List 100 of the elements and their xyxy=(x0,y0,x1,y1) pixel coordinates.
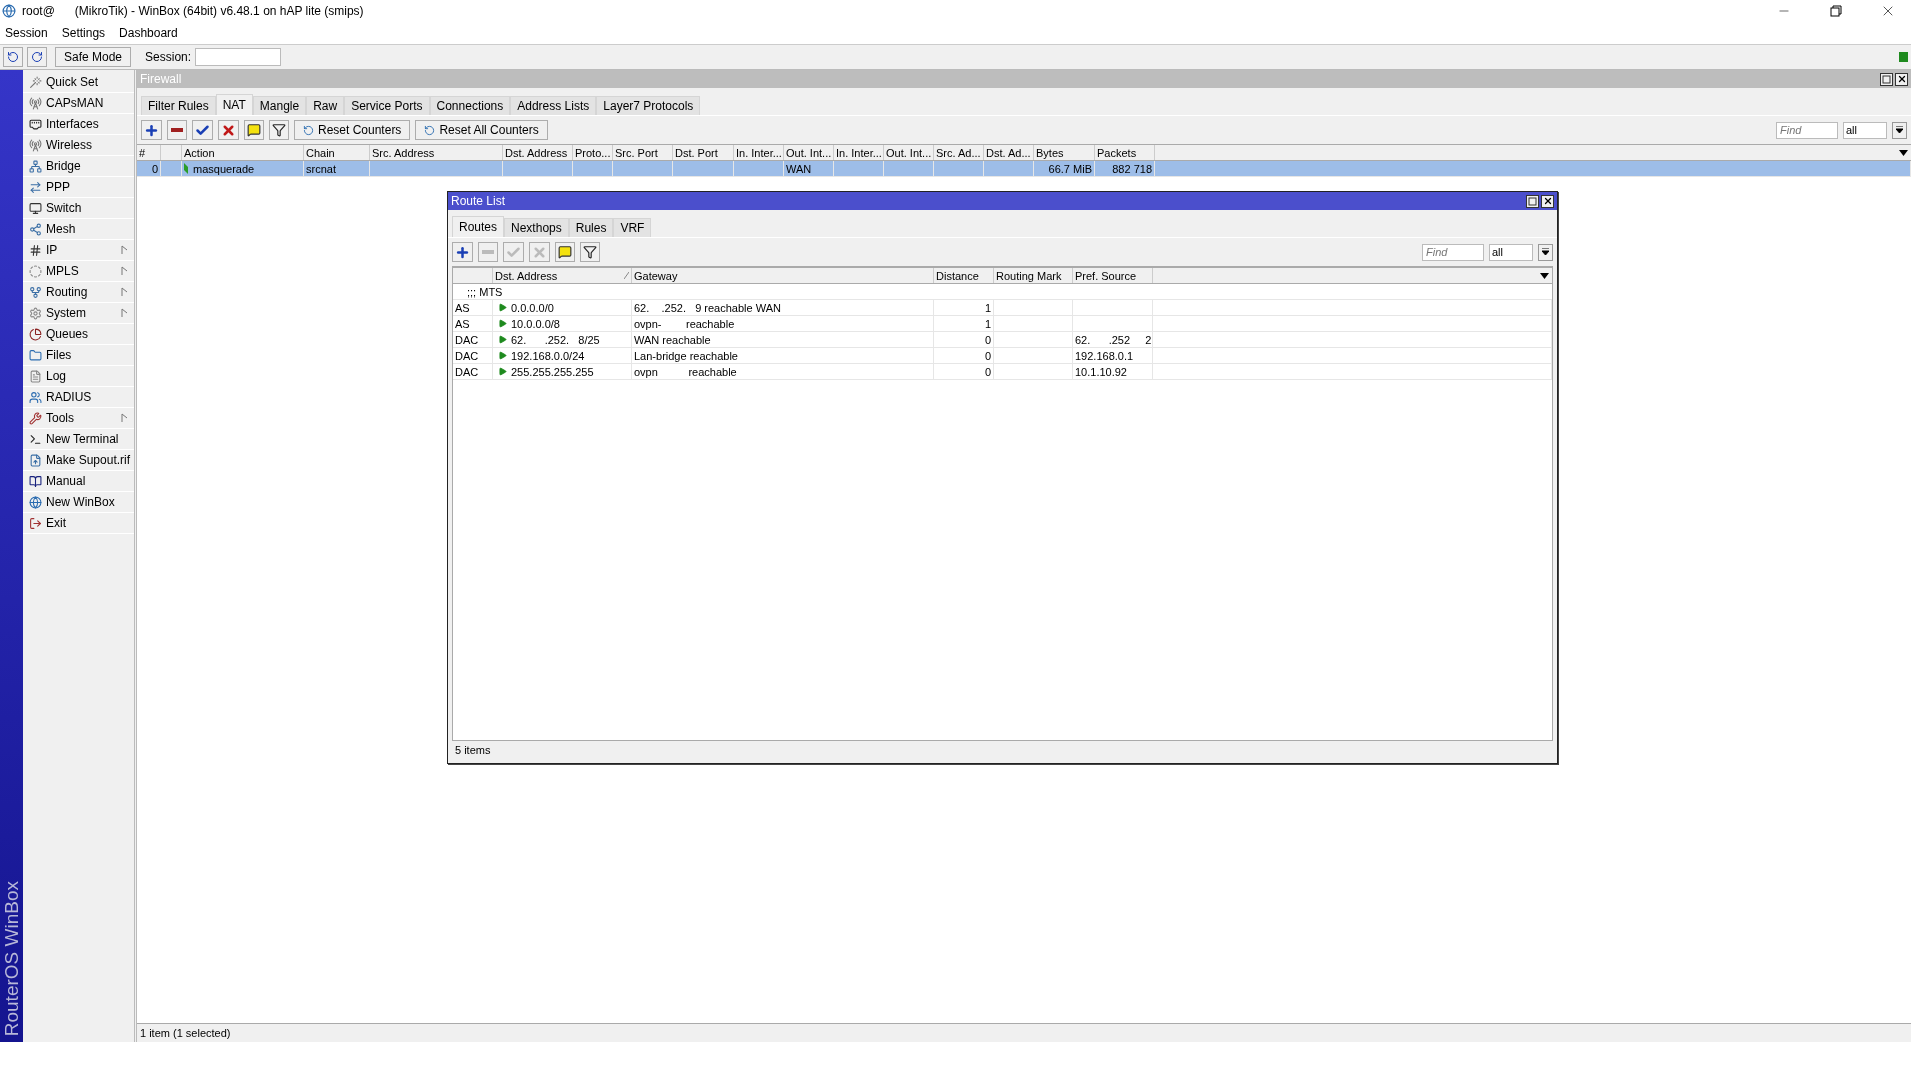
close-button[interactable] xyxy=(1541,194,1554,208)
column-header[interactable]: Distance xyxy=(934,268,994,283)
status-indicator-icon xyxy=(1899,52,1908,62)
restore-button[interactable] xyxy=(1526,194,1539,208)
column-header[interactable]: In. Inter... xyxy=(734,145,784,160)
disable-button[interactable] xyxy=(218,120,239,140)
column-header[interactable]: Packets xyxy=(1095,145,1155,160)
tab[interactable]: Connections xyxy=(429,96,511,115)
sidebar-item[interactable]: New WinBox xyxy=(23,492,134,513)
tab[interactable]: Mangle xyxy=(252,96,307,115)
column-menu-icon[interactable] xyxy=(1540,272,1549,279)
filter-select[interactable]: all xyxy=(1489,243,1533,261)
monitor-icon xyxy=(29,201,42,215)
remove-button[interactable] xyxy=(167,120,187,140)
tab[interactable]: Layer7 Protocols xyxy=(596,96,701,115)
sidebar-item[interactable]: Queues xyxy=(23,324,134,345)
undo-button[interactable] xyxy=(3,47,23,67)
dropdown-button[interactable] xyxy=(1892,121,1907,139)
minus-icon xyxy=(482,250,494,254)
find-field[interactable]: Find xyxy=(1422,243,1484,261)
sidebar-item[interactable]: Exit xyxy=(23,513,134,534)
column-header[interactable]: Out. Int... xyxy=(884,145,934,160)
add-button[interactable] xyxy=(141,120,162,140)
table-row[interactable]: AS 10.0.0.0/8 ovpn- reachable 1 xyxy=(453,316,1552,332)
menu-item[interactable]: Dashboard xyxy=(119,26,178,40)
sidebar-item[interactable]: Tools xyxy=(23,408,134,429)
column-header[interactable]: Bytes xyxy=(1034,145,1095,160)
sidebar-item[interactable]: PPP xyxy=(23,177,134,198)
column-header[interactable]: # xyxy=(137,145,161,160)
enable-button[interactable] xyxy=(192,120,213,140)
cross-icon xyxy=(221,122,236,138)
filter-icon xyxy=(583,245,597,259)
sidebar-item[interactable]: RADIUS xyxy=(23,387,134,408)
close-button[interactable] xyxy=(1895,72,1908,86)
filter-select[interactable]: all xyxy=(1843,121,1887,139)
tab[interactable]: Service Ports xyxy=(344,96,430,115)
column-header[interactable]: Dst. Address xyxy=(493,268,632,283)
table-row[interactable]: DAC 62. .252. 8/25 WAN reachable 0 62. .252 2 xyxy=(453,332,1552,348)
tab[interactable]: Rules xyxy=(568,218,614,237)
tab[interactable]: Nexthops xyxy=(504,218,569,237)
table-row[interactable]: DAC 255.255.255.255 ovpn reachable 0 10.1.10.92 xyxy=(453,364,1552,380)
filter-button[interactable] xyxy=(269,120,289,140)
column-header[interactable]: Proto... xyxy=(573,145,613,160)
tab[interactable]: NAT xyxy=(215,94,253,115)
sidebar-item[interactable]: Wireless xyxy=(23,135,134,156)
column-header[interactable]: Src. Port xyxy=(613,145,673,160)
sidebar-item[interactable]: System xyxy=(23,303,134,324)
sidebar-item[interactable]: CAPsMAN xyxy=(23,93,134,114)
sidebar-item[interactable]: Switch xyxy=(23,198,134,219)
sidebar-item[interactable]: Files xyxy=(23,345,134,366)
sidebar-item[interactable]: Routing xyxy=(23,282,134,303)
column-header[interactable]: Action xyxy=(182,145,304,160)
tab[interactable]: VRF xyxy=(613,218,652,237)
column-header[interactable]: Routing Mark xyxy=(994,268,1073,283)
column-header[interactable]: Src. Address xyxy=(370,145,503,160)
menu-item[interactable]: Session xyxy=(5,26,48,40)
reset-counters-button[interactable]: Reset Counters xyxy=(294,120,411,140)
restore-button[interactable] xyxy=(1880,72,1893,86)
column-header[interactable]: Out. Int... xyxy=(784,145,834,160)
filter-button[interactable] xyxy=(580,242,600,262)
column-header[interactable]: Src. Ad... xyxy=(934,145,984,160)
column-header[interactable]: In. Inter... xyxy=(834,145,884,160)
column-header[interactable]: Chain xyxy=(304,145,370,160)
column-menu-icon[interactable] xyxy=(1899,149,1908,156)
table-row[interactable]: DAC 192.168.0.0/24 Lan-bridge reachable 0 192.168.0.1 xyxy=(453,348,1552,364)
redo-button[interactable] xyxy=(27,47,47,67)
session-field[interactable] xyxy=(195,48,282,66)
find-field[interactable]: Find xyxy=(1776,121,1838,139)
comment-button[interactable] xyxy=(244,120,264,140)
tab[interactable]: Routes xyxy=(452,216,505,237)
column-header[interactable]: Dst. Ad... xyxy=(984,145,1034,160)
add-button[interactable] xyxy=(452,242,473,262)
sidebar-item[interactable]: Log xyxy=(23,366,134,387)
tab[interactable]: Address Lists xyxy=(510,96,597,115)
sidebar-item[interactable]: Mesh xyxy=(23,219,134,240)
dropdown-icon xyxy=(1896,126,1903,134)
table-row[interactable]: AS 0.0.0.0/0 62. .252. 9 reachable WAN 1 xyxy=(453,300,1552,316)
column-header[interactable]: Dst. Address xyxy=(503,145,573,160)
comment-button[interactable] xyxy=(555,242,575,262)
sidebar-item[interactable]: Make Supout.rif xyxy=(23,450,134,471)
reset-counters-button[interactable]: Reset All Counters xyxy=(415,120,548,140)
sidebar-item[interactable]: New Terminal xyxy=(23,429,134,450)
sidebar-item[interactable]: MPLS xyxy=(23,261,134,282)
column-header[interactable]: Pref. Source xyxy=(1073,268,1153,283)
share-icon xyxy=(29,222,42,236)
column-header[interactable]: Dst. Port xyxy=(673,145,734,160)
dropdown-button[interactable] xyxy=(1538,243,1553,261)
sidebar-item[interactable]: Manual xyxy=(23,471,134,492)
table-row[interactable]: 0 masquerade srcnat WAN 66.7 MiB 882 718 xyxy=(137,161,1911,177)
safe-mode-button[interactable]: Safe Mode xyxy=(55,47,132,67)
tab[interactable]: Raw xyxy=(306,96,345,115)
sidebar-item[interactable]: Interfaces xyxy=(23,114,134,135)
session-label: Session: xyxy=(145,50,192,64)
sidebar-item[interactable]: IP xyxy=(23,240,134,261)
sidebar-item[interactable]: Bridge xyxy=(23,156,134,177)
column-header[interactable]: Gateway xyxy=(632,268,934,283)
tab[interactable]: Filter Rules xyxy=(141,96,216,115)
table-cell: masquerade xyxy=(193,162,255,175)
sidebar-item[interactable]: Quick Set xyxy=(23,72,134,93)
menu-item[interactable]: Settings xyxy=(61,26,106,40)
